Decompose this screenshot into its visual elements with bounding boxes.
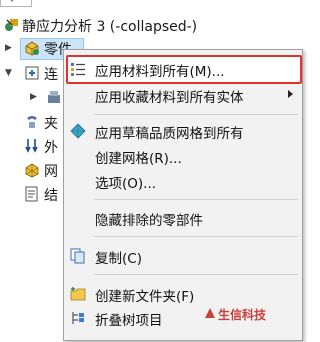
menu-item-label: 创建网格(R)... (95, 151, 182, 167)
study-icon (5, 19, 18, 31)
draft-mesh-icon (70, 123, 86, 139)
menu-separator (94, 236, 298, 237)
menu-separator (94, 274, 298, 275)
menu-item-apply-draft-mesh[interactable]: 应用草稿品质网格到所有 (64, 119, 302, 143)
menu-item-create-mesh[interactable]: 创建网格(R)... (64, 144, 302, 168)
menu-item-label: 折叠树项目 (95, 313, 163, 329)
new-folder-icon (70, 287, 86, 301)
menu-item-label: 应用收藏材料到所有实体 (95, 90, 244, 106)
menu-item-label: 隐藏排除的零部件 (95, 213, 203, 229)
tree-item-label: 网 (44, 164, 58, 180)
collapse-tree-icon (72, 312, 84, 324)
tree-item-label: 连 (44, 67, 58, 83)
copy-icon (70, 248, 85, 264)
menu-item-label: 应用草稿品质网格到所有 (95, 126, 244, 142)
component-icon (48, 91, 60, 103)
fixtures-icon (27, 116, 37, 128)
menu-item-collapse-tree[interactable]: 折叠树项目 (64, 306, 302, 330)
menu-item-label: 选项(O)... (95, 176, 157, 192)
menu-item-hide-excluded[interactable]: 隐藏排除的零部件 (64, 206, 302, 230)
menu-item-apply-favorite-material[interactable]: 应用收藏材料到所有实体 (64, 83, 302, 107)
tree-item-label: 外 (44, 140, 58, 156)
expand-arrow-icon[interactable]: ▶ (30, 92, 37, 102)
mesh-icon (25, 163, 39, 178)
menu-item-copy[interactable]: 复制(C) (64, 244, 302, 268)
apply-material-icon (71, 63, 85, 76)
menu-item-label: 创建新文件夹(F) (95, 289, 195, 305)
menu-item-label: 应用材料到所有(M)... (95, 64, 225, 80)
expand-arrow-icon[interactable]: ▶ (5, 43, 12, 53)
tree-item-label: 结 (44, 188, 58, 204)
context-menu: 应用材料到所有(M)... 应用收藏材料到所有实体 应用草稿品质网格到所有 创建… (63, 49, 303, 341)
study-title: 静应力分析 3 (-collapsed-) (22, 19, 198, 35)
menu-item-label: 复制(C) (95, 251, 142, 267)
collapse-arrow-icon[interactable]: ▼ (5, 68, 12, 78)
connections-icon (25, 66, 39, 80)
results-icon (25, 186, 38, 202)
menu-item-apply-material-to-all[interactable]: 应用材料到所有(M)... (64, 57, 302, 81)
tree-item-label: 夹 (44, 116, 58, 132)
menu-item-new-folder[interactable]: 创建新文件夹(F) (64, 282, 302, 306)
parts-icon (25, 41, 39, 56)
tree-item-study[interactable]: 静应力分析 3 (-collapsed-) (0, 14, 305, 36)
filter-icon: ▾ (10, 0, 14, 4)
external-loads-icon (25, 139, 38, 153)
watermark-logo-icon (205, 308, 215, 318)
submenu-arrow-icon (288, 90, 293, 98)
watermark-text: 生信科技 (218, 308, 267, 322)
tree-filter[interactable]: ▾ (0, 0, 32, 7)
menu-item-options[interactable]: 选项(O)... (64, 169, 302, 193)
menu-separator (94, 199, 298, 200)
menu-separator (94, 114, 298, 115)
